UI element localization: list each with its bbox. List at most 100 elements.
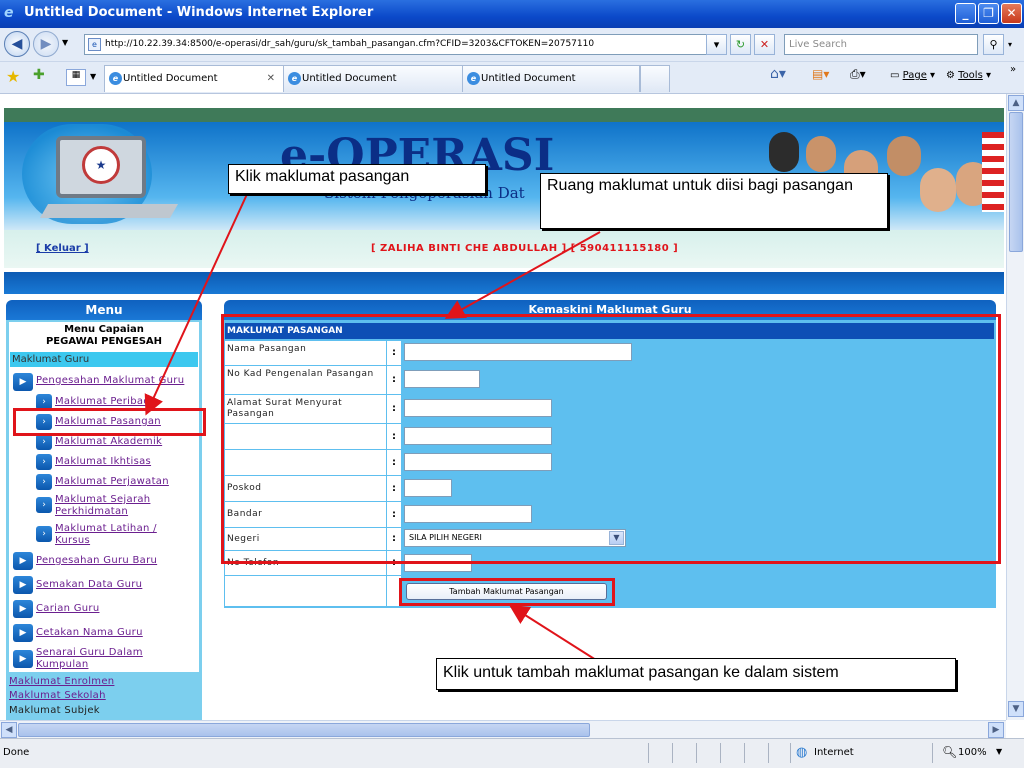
logout-link[interactable]: [ Keluar ] xyxy=(36,243,89,254)
arrow-right-icon: ▶ xyxy=(13,624,33,642)
menu-item-latihan[interactable]: Maklumat Latihan / Kursus xyxy=(55,523,175,547)
window-title: Untitled Document - Windows Internet Exp… xyxy=(24,5,374,20)
menu-section-enrolmen[interactable]: Maklumat Enrolmen xyxy=(9,676,114,687)
emblem-icon: ★ xyxy=(82,146,120,184)
tab-2[interactable]: e Untitled Document xyxy=(283,65,463,92)
monitor-graphic: ★ xyxy=(56,136,146,198)
quick-tabs-icon[interactable]: ▦ xyxy=(66,69,86,86)
menu-item-guru-baru[interactable]: Pengesahan Guru Baru xyxy=(36,555,157,566)
menu-section-guru[interactable]: Maklumat Guru xyxy=(10,352,198,367)
search-input[interactable]: Live Search xyxy=(784,34,978,55)
refresh-icon[interactable]: ↻ xyxy=(730,34,751,55)
user-bar: [ Keluar ] [ ZALIHA BINTI CHE ABDULLAH ]… xyxy=(4,230,1004,268)
scroll-left-icon[interactable]: ◀ xyxy=(1,722,17,738)
tab-3[interactable]: e Untitled Document xyxy=(462,65,640,92)
menu-item-pengesahan[interactable]: Pengesahan Maklumat Guru xyxy=(36,375,184,386)
tab-list-dropdown[interactable]: ▼ xyxy=(90,72,96,81)
header-strip xyxy=(4,108,1004,122)
feeds-icon[interactable]: ▤▾ xyxy=(812,67,829,81)
tab-bar: ★ ✚ ▦ ▼ e Untitled Document ✕ e Untitled… xyxy=(0,62,1024,94)
ie-tab-icon: e xyxy=(288,72,301,85)
vertical-scrollbar[interactable]: ▲ ▼ xyxy=(1006,94,1024,720)
nav-bar xyxy=(4,272,1004,294)
person-graphic xyxy=(769,132,799,172)
tools-menu-label: Tools xyxy=(958,70,983,81)
keyboard-graphic xyxy=(39,204,179,218)
menu-access-title: Menu Capaian PEGAWAI PENGESAH xyxy=(10,324,198,348)
arrow-right-icon: › xyxy=(36,474,52,490)
label-empty xyxy=(225,576,386,606)
restore-button[interactable]: ❐ xyxy=(978,3,999,24)
arrow-right-icon: ▶ xyxy=(13,552,33,570)
menu-section-sekolah[interactable]: Maklumat Sekolah xyxy=(9,690,106,701)
close-button[interactable]: ✕ xyxy=(1001,3,1022,24)
tools-icon: ⚙ xyxy=(946,70,955,81)
search-icon[interactable]: ⚲ xyxy=(983,34,1004,55)
print-icon[interactable]: ⎙▾ xyxy=(850,67,866,82)
person-graphic xyxy=(806,136,836,172)
page-icon: e xyxy=(88,38,101,51)
scroll-right-icon[interactable]: ▶ xyxy=(988,722,1004,738)
scroll-down-icon[interactable]: ▼ xyxy=(1008,701,1024,717)
address-dropdown-icon[interactable]: ▾ xyxy=(706,34,727,55)
menu-item-sejarah[interactable]: Maklumat Sejarah Perkhidmatan xyxy=(55,494,195,518)
stop-icon[interactable]: ✕ xyxy=(754,34,775,55)
add-favorites-icon[interactable]: ✚ xyxy=(33,67,45,83)
minimize-button[interactable]: _ xyxy=(955,3,976,24)
scroll-thumb[interactable] xyxy=(1009,112,1023,252)
menu-section-subjek[interactable]: Maklumat Subjek xyxy=(9,705,100,716)
recent-pages-dropdown[interactable]: ▼ xyxy=(62,38,68,47)
page-menu[interactable]: ▭ Page ▾ xyxy=(890,70,935,81)
menu-access-role: PEGAWAI PENGESAH xyxy=(45,336,163,347)
tab-2-label: Untitled Document xyxy=(302,73,397,84)
tab-1-label: Untitled Document xyxy=(123,73,218,84)
new-tab-button[interactable] xyxy=(640,65,670,92)
page-menu-label: Page xyxy=(902,70,927,81)
menu-item-perjawatan[interactable]: Maklumat Perjawatan xyxy=(55,476,169,487)
address-url: http://10.22.39.34:8500/e-operasi/dr_sah… xyxy=(105,39,595,49)
highlight-menu-pasangan xyxy=(13,408,206,436)
menu-item-cetakan[interactable]: Cetakan Nama Guru xyxy=(36,627,143,638)
globe-icon: ◍ xyxy=(796,745,808,760)
zoom-level[interactable]: 100% xyxy=(958,747,987,758)
horizontal-scrollbar[interactable]: ◀ ▶ xyxy=(0,720,1006,738)
arrow-right-icon: ▶ xyxy=(13,650,33,668)
ie-tab-icon: e xyxy=(467,72,480,85)
forward-icon[interactable]: ▶ xyxy=(33,31,59,57)
person-graphic xyxy=(920,168,956,212)
address-field[interactable]: e http://10.22.39.34:8500/e-operasi/dr_s… xyxy=(84,34,724,55)
page-menu-icon: ▭ xyxy=(890,70,900,81)
search-options-dropdown[interactable]: ▾ xyxy=(1008,40,1012,49)
status-text: Done xyxy=(3,747,30,758)
ie-icon: e xyxy=(4,5,14,21)
window-title-bar: e Untitled Document - Windows Internet E… xyxy=(0,0,1024,28)
menu-item-ikhtisas[interactable]: Maklumat Ikhtisas xyxy=(55,456,151,467)
callout-ruang-maklumat: Ruang maklumat untuk diisi bagi pasangan xyxy=(540,173,888,229)
home-icon[interactable]: ⌂▾ xyxy=(770,66,786,82)
callout-klik-pasangan: Klik maklumat pasangan xyxy=(228,164,486,194)
scroll-thumb[interactable] xyxy=(18,723,590,737)
highlight-form-area xyxy=(221,314,1001,564)
tab-1[interactable]: e Untitled Document ✕ xyxy=(104,65,284,92)
tools-menu[interactable]: ⚙ Tools ▾ xyxy=(946,70,991,81)
close-tab-icon[interactable]: ✕ xyxy=(267,66,275,91)
menu-item-semakan[interactable]: Semakan Data Guru xyxy=(36,579,142,590)
security-zone: Internet xyxy=(814,747,854,758)
zoom-icon[interactable]: 🔍︎ xyxy=(942,745,957,759)
favorites-star-icon[interactable]: ★ xyxy=(6,67,20,86)
flag-graphic xyxy=(982,132,1004,212)
toolbar-overflow-icon[interactable]: » xyxy=(1010,64,1016,75)
arrow-right-icon: › xyxy=(36,526,52,542)
menu-item-akademik[interactable]: Maklumat Akademik xyxy=(55,436,162,447)
menu-item-carian[interactable]: Carian Guru xyxy=(36,603,99,614)
zoom-dropdown-icon[interactable]: ▼ xyxy=(996,747,1002,756)
person-graphic xyxy=(887,136,921,176)
arrow-right-icon: ▶ xyxy=(13,600,33,618)
menu-item-senarai[interactable]: Senarai Guru Dalam Kumpulan xyxy=(36,647,176,671)
back-icon[interactable]: ◀ xyxy=(4,31,30,57)
status-bar: Done ◍ Internet 🔍︎ 100% ▼ xyxy=(0,738,1024,768)
menu-item-peribadi[interactable]: Maklumat Peribadi xyxy=(55,396,153,407)
arrow-right-icon: ▶ xyxy=(13,373,33,391)
ie-tab-icon: e xyxy=(109,72,122,85)
scroll-up-icon[interactable]: ▲ xyxy=(1008,95,1024,111)
